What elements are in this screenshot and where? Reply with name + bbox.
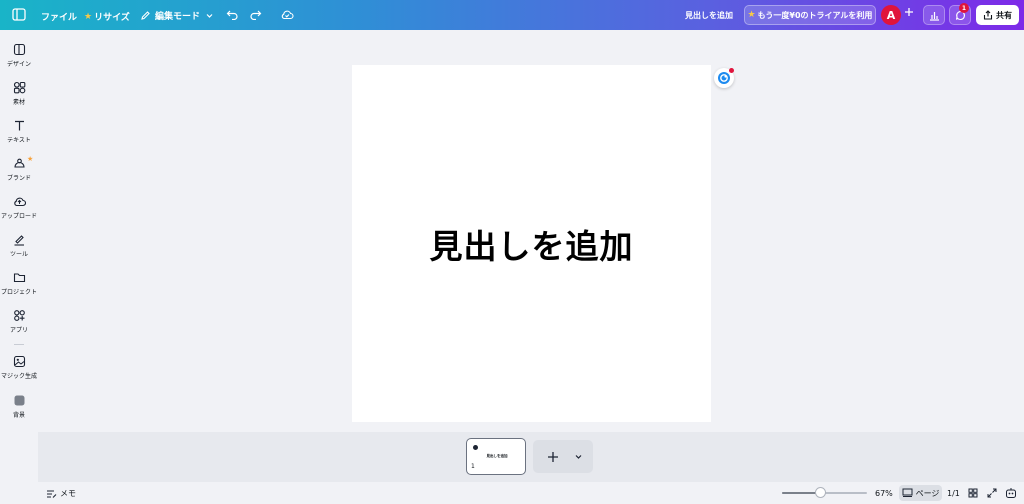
sidebar-item-brand[interactable]: ★ ブランド [0,155,38,189]
notification-dot [729,68,734,73]
bottom-bar: メモ 67% 1/1 [0,482,1024,504]
share-button[interactable]: 共有 [976,5,1019,25]
add-heading-title[interactable]: 見出しを追加 [685,10,733,21]
canvas-heading-text[interactable]: 見出しを追加 [430,220,634,268]
sidebar-toggle-icon [12,8,26,21]
chevron-down-icon[interactable] [574,452,583,461]
sidebar-item-elements[interactable]: 素材 [0,81,38,113]
sidebar-item-draw[interactable]: ツール [0,233,38,265]
draw-icon [14,235,24,246]
upload-icon [13,197,26,207]
plus-icon [548,451,558,462]
design-icon [13,43,25,56]
sidebar-divider [14,344,24,345]
document-title: 見出しを追加 [685,11,733,20]
grid-view-button[interactable] [968,488,978,500]
canva-assistant-icon [718,72,730,84]
add-page-button[interactable] [533,440,593,473]
zoom-slider-handle[interactable] [814,487,826,498]
sidebar-item-label: 背景 [12,412,25,419]
sidebar-item-label: 素材 [12,99,25,106]
sidebar-item-label: アプリ [9,327,28,334]
sidebar-item-label: テキスト [7,137,31,144]
sidebar-item-upload[interactable]: アップロード [0,195,38,227]
background-icon [14,395,24,406]
redo-icon [250,10,262,20]
bar-chart-icon [929,11,939,21]
page-count: 1/1 [947,489,960,498]
thumbnail-marker-icon [473,445,478,450]
assistant-bot-icon [1006,488,1016,498]
sidebar-item-label: マジック生成 [0,373,37,380]
magic-media-icon [13,355,25,368]
trial-label: もう一度¥0のトライアルを利用 [757,10,873,20]
edit-mode-dropdown[interactable]: 編集モード [140,9,214,22]
trial-button[interactable]: ★ もう一度¥0のトライアルを利用 [744,5,876,25]
share-icon [983,10,993,20]
page-strip [38,432,1024,482]
file-menu-label: ファイル [41,13,78,23]
invite-button[interactable] [904,7,914,17]
grid-icon [968,488,978,498]
brand-icon [13,158,25,168]
sidebar-item-apps[interactable]: アプリ [0,309,38,341]
chevron-down-icon [206,14,213,18]
apps-icon [13,310,25,321]
text-icon [14,120,24,131]
sidebar-item-design[interactable]: デザイン [0,43,38,75]
thumbnail-text: 見出しを追加 [486,454,508,458]
expand-icon [987,488,997,498]
avatar[interactable]: A [881,5,901,25]
edit-mode-label: 編集モード [155,12,201,22]
crown-icon: ★ [27,155,34,163]
page-thumbnail[interactable]: 見出しを追加 1 [466,438,526,475]
sidebar-item-label: アップロード [0,213,37,220]
elements-icon [13,81,25,94]
notes-label: メモ [60,489,76,498]
cloud-check-icon [281,10,294,20]
design-canvas[interactable]: 見出しを追加 [352,65,711,422]
sidebar-item-magic-media[interactable]: マジック生成 [0,355,38,387]
notification-badge: 1 [959,3,969,13]
notes-button[interactable]: メモ [46,488,76,499]
undo-button[interactable] [226,9,239,20]
sidebar-item-label: ツール [9,251,28,258]
thumbnail-preview: 見出しを追加 [481,442,513,471]
resize-button[interactable]: ★ リサイズ [84,10,130,24]
sidebar-item-label: ブランド [6,175,31,182]
share-label: 共有 [996,10,1012,20]
top-toolbar: ファイル ★ リサイズ 編集モード 見出しを追加 ★ もう一度¥0のトライアルを… [0,0,1024,30]
redo-button[interactable] [249,9,262,20]
sidebar-item-text[interactable]: テキスト [0,119,38,151]
sidebar-item-label: プロジェクト [0,289,37,296]
page-number: 1 [471,463,475,470]
pages-label: ページ [915,488,940,498]
cloud-save-status[interactable] [280,9,294,20]
folder-icon [13,273,25,283]
fullscreen-button[interactable] [987,488,997,500]
pages-view-button[interactable]: ページ [899,485,942,501]
crown-icon: ★ [84,11,93,22]
sidebar-item-projects[interactable]: プロジェクト [0,271,38,303]
left-sidebar: デザイン 素材 テキスト ★ ブランド アップロード ツール プロジェクト アプ… [0,30,38,504]
undo-icon [226,10,238,20]
sidebar-item-label: デザイン [6,61,31,68]
zoom-level[interactable]: 67% [875,489,893,498]
pages-icon [902,488,913,497]
help-button[interactable] [1005,487,1017,501]
sidebar-item-background[interactable]: 背景 [0,394,38,426]
pencil-icon [141,11,150,20]
plus-icon [905,8,913,16]
file-menu-button[interactable]: ファイル [41,10,77,23]
insights-button[interactable] [923,5,945,25]
resize-label: リサイズ [94,13,130,23]
notification-count: 1 [961,4,967,12]
notes-icon [47,489,57,498]
avatar-letter: A [886,8,896,22]
menu-toggle-button[interactable] [12,8,26,21]
crown-icon: ★ [747,10,756,20]
